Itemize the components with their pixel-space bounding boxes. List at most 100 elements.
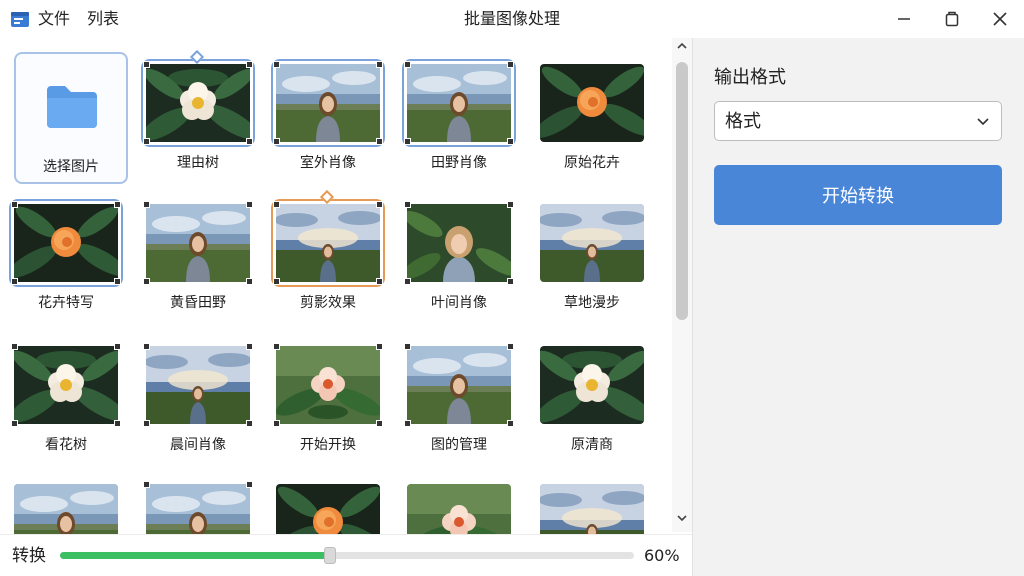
image-tile[interactable] <box>540 484 644 534</box>
crop-handle[interactable] <box>143 420 150 427</box>
title-bar: 文件 列表 批量图像处理 <box>0 0 1024 38</box>
crop-handle[interactable] <box>143 278 150 285</box>
crop-handle[interactable] <box>273 278 280 285</box>
crop-handle[interactable] <box>246 201 253 208</box>
crop-handle[interactable] <box>507 420 514 427</box>
progress-handle[interactable] <box>324 547 336 564</box>
image-tile[interactable]: 图的管理 <box>404 343 514 454</box>
select-images-button[interactable]: 选择图片 <box>14 52 128 184</box>
image-thumbnail <box>540 204 644 282</box>
image-caption: 开始开换 <box>300 437 356 453</box>
crop-handle[interactable] <box>273 201 280 208</box>
crop-handle[interactable] <box>143 201 150 208</box>
crop-handle[interactable] <box>246 61 253 68</box>
image-thumbnail <box>271 59 385 147</box>
image-gallery: 选择图片 理由树 室外肖像 田野肖像 原始花卉花卉特写 黄昏田野 剪影效果 叶间肖像 草地漫步… <box>0 38 692 534</box>
maximize-icon <box>945 11 959 27</box>
image-tile[interactable]: 田野肖像 <box>402 59 516 172</box>
scroll-thumb[interactable] <box>676 62 688 320</box>
crop-handle[interactable] <box>143 61 150 68</box>
crop-handle[interactable] <box>11 420 18 427</box>
crop-handle[interactable] <box>376 343 383 350</box>
image-thumbnail <box>402 59 516 147</box>
start-conversion-button[interactable]: 开始转换 <box>714 165 1002 225</box>
image-tile[interactable]: 晨间肖像 <box>143 343 253 454</box>
crop-handle[interactable] <box>114 201 121 208</box>
crop-handle[interactable] <box>404 201 411 208</box>
folder-icon <box>47 86 97 128</box>
menu-list[interactable]: 列表 <box>87 9 119 29</box>
close-button[interactable] <box>976 0 1024 38</box>
progress-percent: 60% <box>644 546 680 565</box>
crop-handle[interactable] <box>11 343 18 350</box>
image-caption: 室外肖像 <box>300 155 356 171</box>
minimize-button[interactable] <box>880 0 928 38</box>
image-tile[interactable] <box>276 484 380 534</box>
image-tile[interactable]: 原始花卉 <box>540 64 644 172</box>
crop-handle[interactable] <box>246 138 253 145</box>
crop-handle[interactable] <box>376 138 383 145</box>
crop-handle[interactable] <box>404 138 411 145</box>
crop-handle[interactable] <box>507 201 514 208</box>
image-caption: 草地漫步 <box>564 295 620 311</box>
image-tile[interactable]: 开始开换 <box>273 343 383 454</box>
image-tile[interactable]: 花卉特写 <box>9 199 123 312</box>
scroll-up-button[interactable] <box>672 42 692 56</box>
crop-handle[interactable] <box>114 343 121 350</box>
image-tile[interactable]: 室外肖像 <box>271 59 385 172</box>
rotate-handle[interactable] <box>319 189 335 205</box>
image-tile[interactable]: 看花树 <box>11 343 121 454</box>
crop-handle[interactable] <box>143 343 150 350</box>
menu-file[interactable]: 文件 <box>38 9 70 29</box>
crop-handle[interactable] <box>507 343 514 350</box>
crop-handle[interactable] <box>246 278 253 285</box>
image-tile[interactable]: 草地漫步 <box>540 204 644 312</box>
crop-handle[interactable] <box>273 138 280 145</box>
crop-handle[interactable] <box>273 61 280 68</box>
image-tile[interactable] <box>143 481 253 534</box>
image-tile[interactable]: 理由树 <box>141 49 255 172</box>
close-icon <box>993 12 1007 26</box>
gallery-scrollbar[interactable] <box>672 38 692 532</box>
image-tile[interactable]: 剪影效果 <box>271 189 385 312</box>
crop-handle[interactable] <box>143 138 150 145</box>
crop-handle[interactable] <box>114 278 121 285</box>
crop-handle[interactable] <box>376 420 383 427</box>
image-thumbnail <box>540 64 644 142</box>
maximize-button[interactable] <box>928 0 976 38</box>
crop-handle[interactable] <box>376 201 383 208</box>
status-bar: 转换 60% <box>0 534 692 576</box>
crop-handle[interactable] <box>114 420 121 427</box>
image-tile[interactable]: 原清商 <box>540 346 644 454</box>
rotate-handle[interactable] <box>189 49 205 65</box>
image-thumbnail <box>271 199 385 287</box>
crop-handle[interactable] <box>273 343 280 350</box>
crop-handle[interactable] <box>11 278 18 285</box>
crop-handle[interactable] <box>246 481 253 488</box>
crop-handle[interactable] <box>273 420 280 427</box>
app-window: 文件 列表 批量图像处理 选择图片 理由树 室外肖像 田野肖像 原始花卉 花卉特… <box>0 0 1024 576</box>
crop-handle[interactable] <box>376 278 383 285</box>
crop-handle[interactable] <box>11 201 18 208</box>
crop-handle[interactable] <box>143 481 150 488</box>
status-label: 转换 <box>12 546 46 566</box>
crop-handle[interactable] <box>376 61 383 68</box>
scroll-down-button[interactable] <box>672 514 692 528</box>
image-tile[interactable] <box>14 484 118 534</box>
image-tile[interactable]: 叶间肖像 <box>404 201 514 312</box>
image-thumbnail <box>146 484 250 534</box>
crop-handle[interactable] <box>404 278 411 285</box>
crop-handle[interactable] <box>507 278 514 285</box>
image-thumbnail <box>146 346 250 424</box>
crop-handle[interactable] <box>246 420 253 427</box>
crop-handle[interactable] <box>404 420 411 427</box>
crop-handle[interactable] <box>246 343 253 350</box>
crop-handle[interactable] <box>404 343 411 350</box>
image-tile[interactable] <box>407 484 511 534</box>
crop-handle[interactable] <box>507 61 514 68</box>
crop-handle[interactable] <box>404 61 411 68</box>
format-select[interactable]: 格式 <box>714 101 1002 141</box>
crop-handle[interactable] <box>507 138 514 145</box>
image-tile[interactable]: 黄昏田野 <box>143 201 253 312</box>
image-caption: 原始花卉 <box>564 155 620 171</box>
